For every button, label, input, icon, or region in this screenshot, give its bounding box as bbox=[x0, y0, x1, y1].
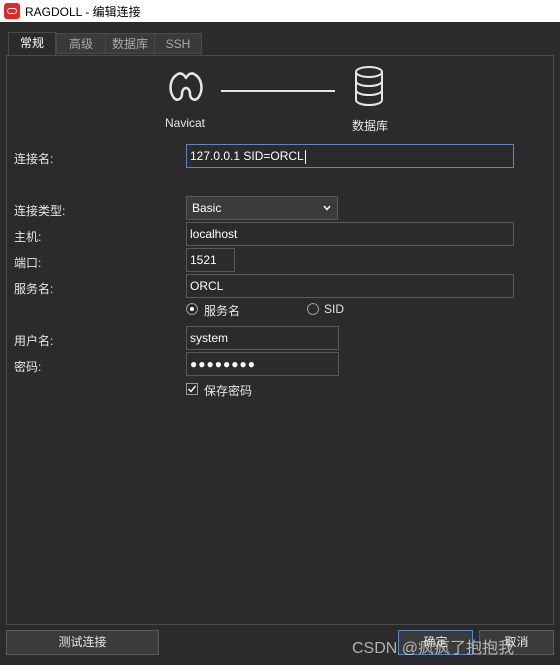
tab-general[interactable]: 常规 bbox=[8, 32, 56, 55]
connection-type-value: Basic bbox=[192, 201, 222, 215]
connection-name-input[interactable]: 127.0.0.1 SID=ORCL bbox=[186, 144, 514, 168]
save-password-label: 保存密码 bbox=[204, 384, 253, 398]
service-name-radio[interactable] bbox=[186, 303, 198, 315]
watermark: CSDN @疯疯了抱抱我 bbox=[352, 640, 515, 657]
tab-database[interactable]: 数据库 bbox=[105, 33, 155, 54]
chevron-down-icon bbox=[323, 205, 331, 211]
navicat-icon bbox=[169, 72, 203, 101]
port-label: 端口: bbox=[14, 256, 42, 270]
password-input[interactable]: ●●●●●●●● bbox=[186, 352, 339, 376]
navicat-label: Navicat bbox=[165, 116, 206, 130]
service-name-label: 服务名: bbox=[14, 282, 54, 296]
database-label: 数据库 bbox=[352, 119, 389, 133]
password-label: 密码: bbox=[14, 360, 42, 374]
connection-type-label: 连接类型: bbox=[14, 204, 66, 218]
checkmark-icon bbox=[188, 385, 197, 393]
connection-line bbox=[221, 90, 335, 92]
tab-ssh[interactable]: SSH bbox=[154, 33, 202, 54]
port-input[interactable]: 1521 bbox=[186, 248, 235, 272]
username-label: 用户名: bbox=[14, 334, 54, 348]
service-name-input[interactable]: ORCL bbox=[186, 274, 514, 298]
sid-radio[interactable] bbox=[307, 303, 319, 315]
test-connection-button[interactable]: 测试连接 bbox=[6, 630, 159, 655]
title-bar: RAGDOLL - 编辑连接 bbox=[0, 0, 560, 22]
host-input[interactable]: localhost bbox=[186, 222, 514, 246]
connection-name-value: 127.0.0.1 SID=ORCL bbox=[190, 149, 304, 163]
window-title: RAGDOLL - 编辑连接 bbox=[25, 5, 141, 19]
text-caret bbox=[304, 149, 306, 164]
save-password-checkbox[interactable] bbox=[186, 383, 198, 395]
connection-name-label: 连接名: bbox=[14, 152, 54, 166]
sid-radio-label: SID bbox=[324, 302, 345, 316]
username-input[interactable]: system bbox=[186, 326, 339, 350]
database-icon bbox=[355, 66, 383, 106]
app-icon bbox=[4, 3, 20, 19]
service-name-radio-label: 服务名 bbox=[204, 304, 241, 318]
connection-type-select[interactable]: Basic bbox=[186, 196, 338, 220]
host-label: 主机: bbox=[14, 230, 42, 244]
tab-advanced[interactable]: 高级 bbox=[56, 33, 106, 54]
